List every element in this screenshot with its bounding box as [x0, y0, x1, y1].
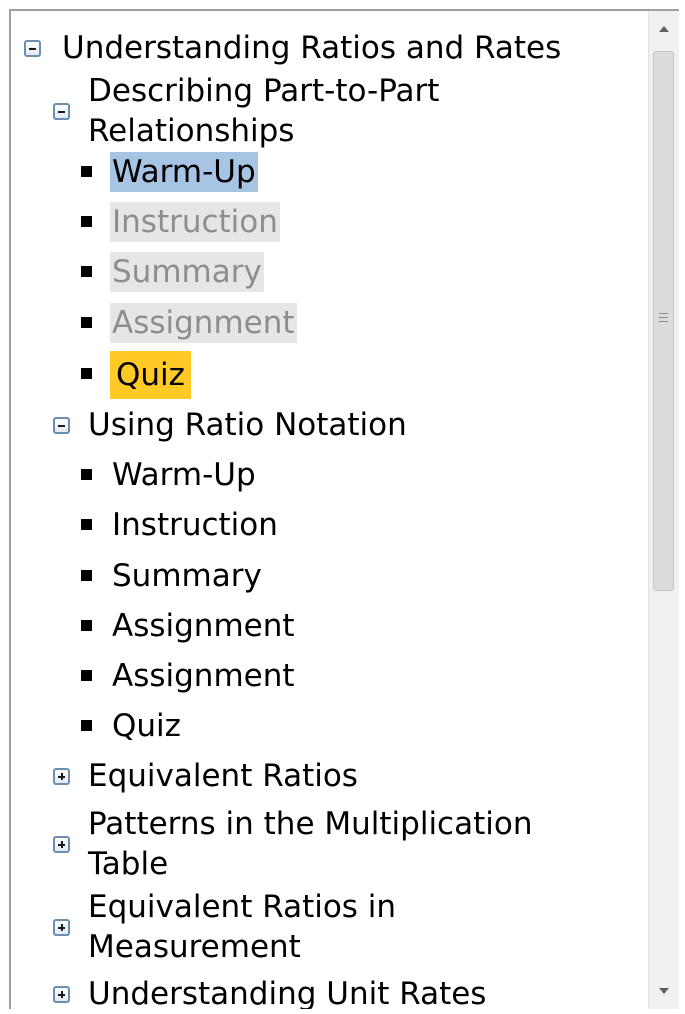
expand-icon[interactable]: [53, 836, 70, 853]
unit-title[interactable]: Understanding Ratios and Rates: [62, 28, 561, 68]
lesson-title[interactable]: Understanding Unit Rates: [88, 974, 486, 1009]
bullet-icon: [81, 368, 92, 379]
lesson-title[interactable]: Equivalent Ratios in: [88, 887, 396, 927]
bullet-icon: [81, 519, 92, 530]
grip-icon: [659, 313, 668, 314]
lesson-title[interactable]: Using Ratio Notation: [88, 405, 407, 445]
lesson-item-summary: Summary: [110, 252, 264, 292]
expand-icon[interactable]: [53, 768, 70, 785]
lesson-item-instruction[interactable]: Instruction: [110, 505, 280, 545]
lesson-title-cont[interactable]: Relationships: [88, 111, 294, 151]
bullet-icon: [81, 469, 92, 480]
bullet-icon: [81, 720, 92, 731]
grip-icon: [659, 321, 668, 322]
scroll-up-arrow-icon[interactable]: [649, 15, 679, 43]
bullet-icon: [81, 317, 92, 328]
lesson-item-warmup[interactable]: Warm-Up: [110, 152, 258, 192]
lesson-title[interactable]: Patterns in the Multiplication: [88, 804, 532, 844]
lesson-title-cont[interactable]: Table: [88, 844, 168, 884]
lesson-title[interactable]: Describing Part-to-Part: [88, 71, 439, 111]
bullet-icon: [81, 570, 92, 581]
bullet-icon: [81, 266, 92, 277]
scroll-down-arrow-icon[interactable]: [649, 977, 679, 1005]
lesson-item-assignment[interactable]: Assignment: [110, 656, 297, 696]
expand-icon[interactable]: [53, 986, 70, 1003]
lesson-tree: Understanding Ratios and Rates Describin…: [11, 11, 649, 1009]
collapse-icon[interactable]: [24, 40, 41, 57]
vertical-scrollbar[interactable]: [648, 11, 679, 1009]
collapse-icon[interactable]: [53, 417, 70, 434]
lesson-item-summary[interactable]: Summary: [110, 556, 264, 596]
lesson-item-instruction: Instruction: [110, 202, 280, 242]
scrollbar-thumb[interactable]: [653, 51, 674, 591]
collapse-icon[interactable]: [53, 103, 70, 120]
bullet-icon: [81, 670, 92, 681]
expand-icon[interactable]: [53, 919, 70, 936]
lesson-item-quiz[interactable]: Quiz: [110, 706, 183, 746]
bullet-icon: [81, 216, 92, 227]
lesson-tree-panel: Understanding Ratios and Rates Describin…: [9, 9, 679, 1009]
lesson-item-quiz[interactable]: Quiz: [110, 351, 191, 399]
lesson-item-warmup[interactable]: Warm-Up: [110, 455, 258, 495]
lesson-item-assignment: Assignment: [110, 303, 297, 343]
lesson-title[interactable]: Equivalent Ratios: [88, 756, 358, 796]
lesson-title-cont[interactable]: Measurement: [88, 927, 301, 967]
bullet-icon: [81, 620, 92, 631]
bullet-icon: [81, 166, 92, 177]
lesson-item-assignment[interactable]: Assignment: [110, 606, 297, 646]
grip-icon: [659, 317, 668, 318]
